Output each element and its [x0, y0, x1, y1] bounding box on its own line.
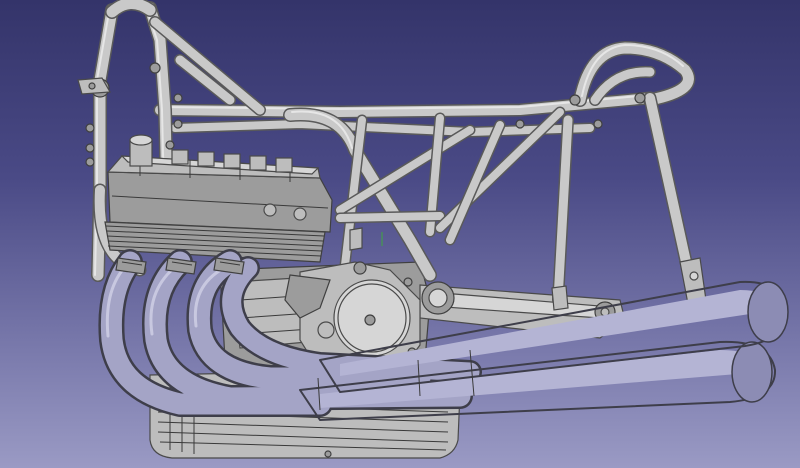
- motorcycle-frame-model[interactable]: [0, 0, 800, 468]
- 3d-viewport[interactable]: [0, 0, 800, 468]
- cylinder-head: [106, 134, 333, 233]
